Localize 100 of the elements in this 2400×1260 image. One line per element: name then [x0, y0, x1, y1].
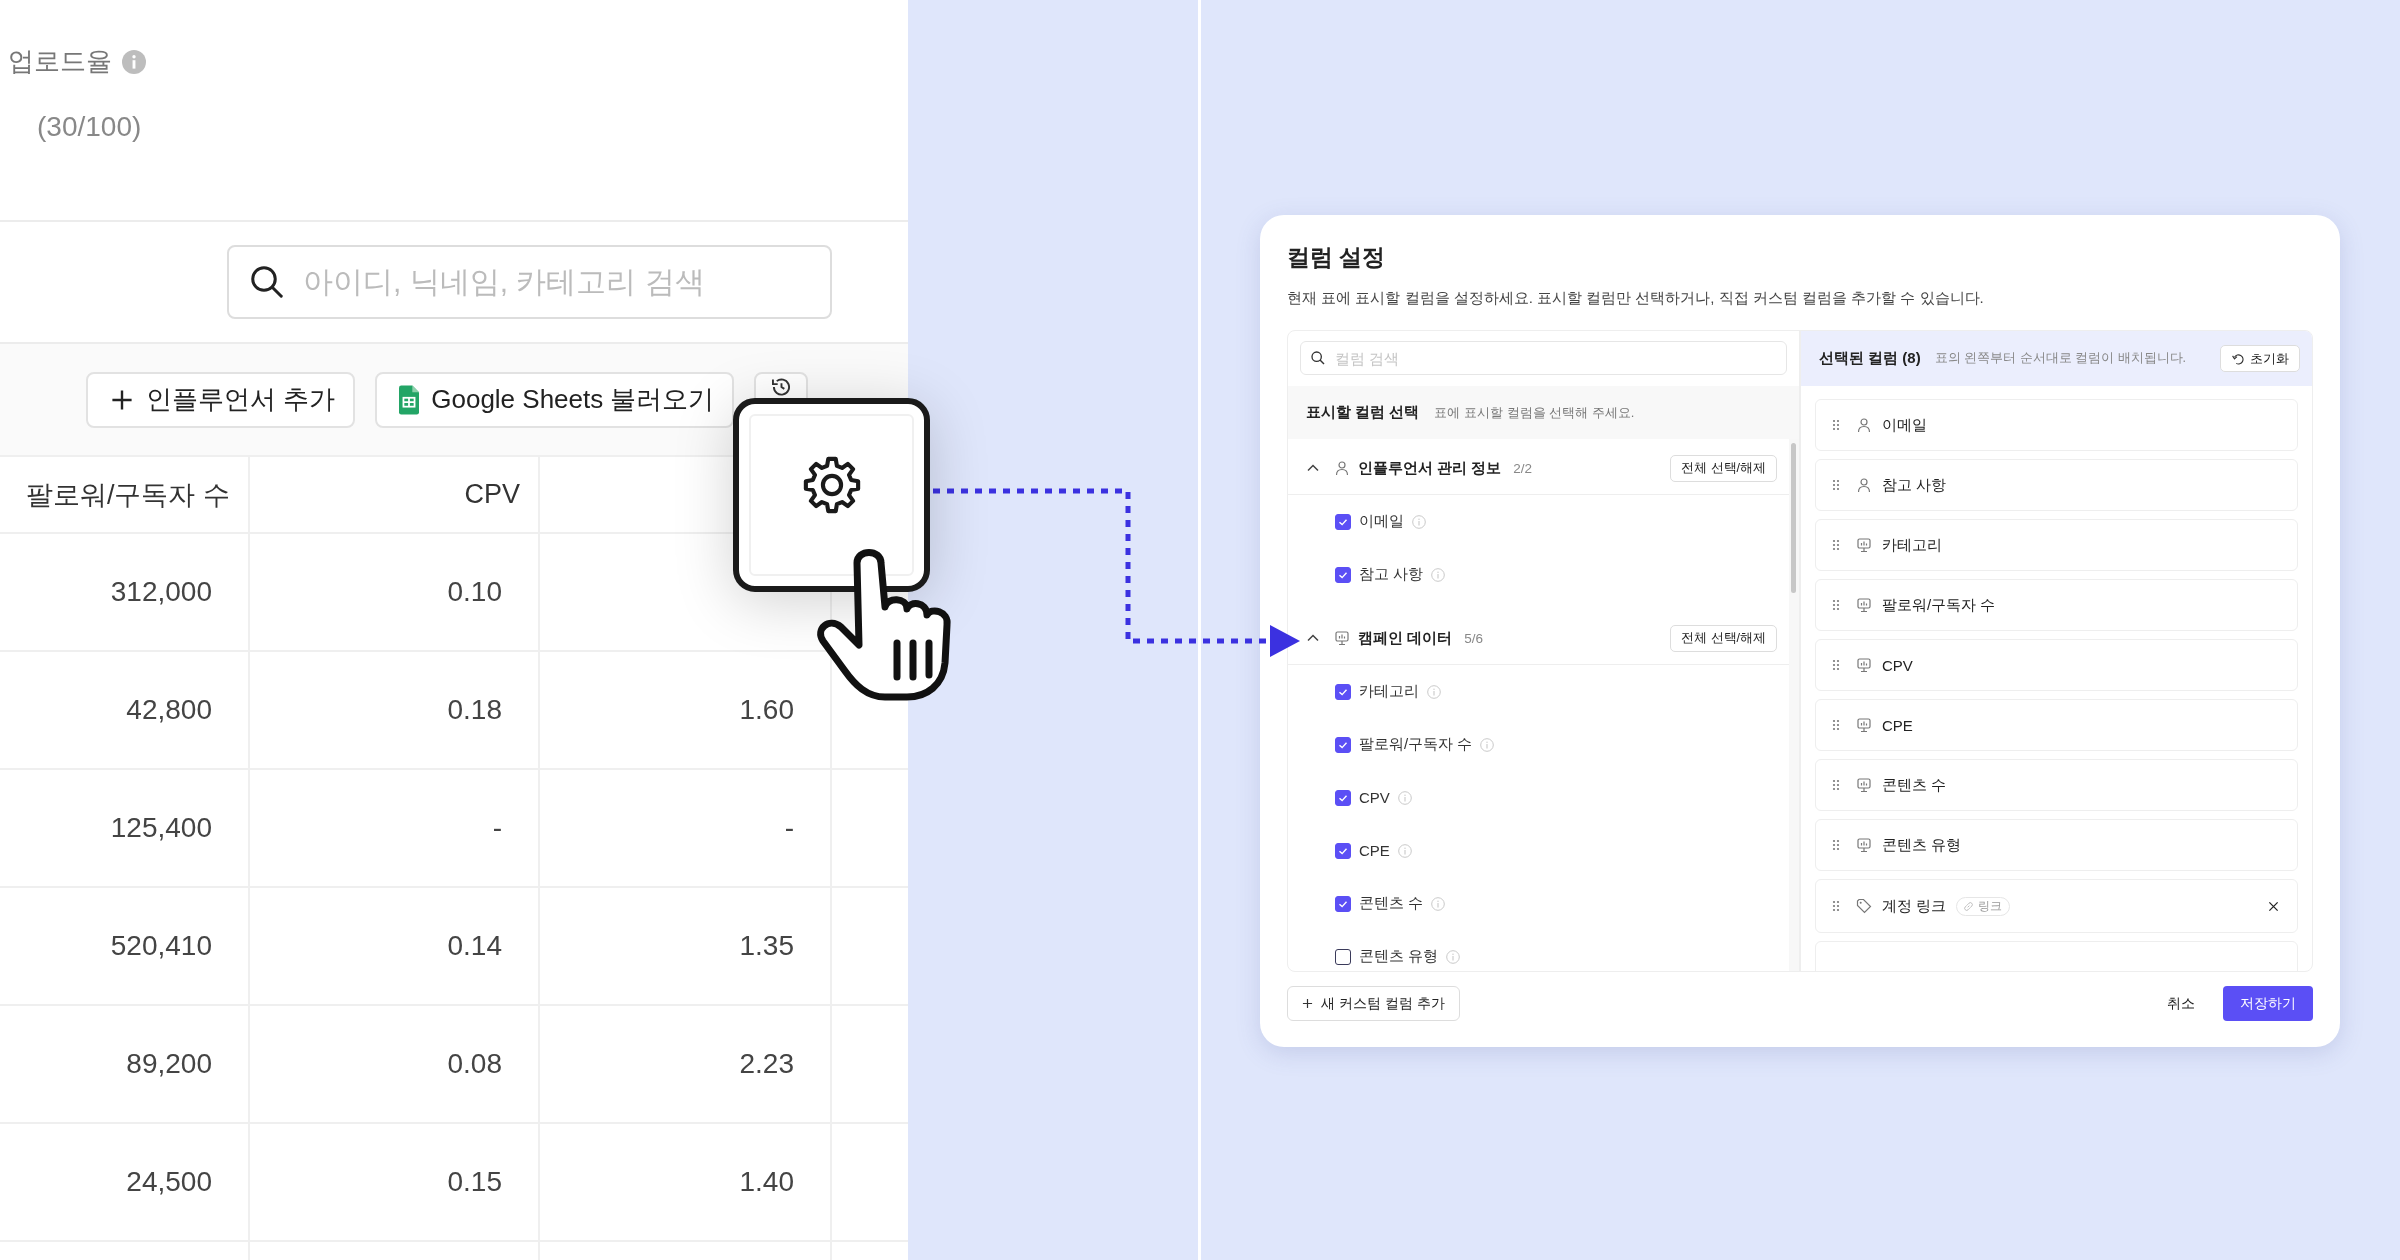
group-count: 5/6 — [1464, 630, 1483, 646]
person-icon — [1334, 460, 1350, 476]
import-sheets-button[interactable]: Google Sheets 불러오기 — [375, 371, 735, 428]
table-cell: 0.08 — [447, 1048, 502, 1080]
table-cell: 1.35 — [739, 930, 794, 962]
presentation-icon — [1856, 837, 1872, 853]
table-cell: 24,500 — [126, 1166, 212, 1198]
dialog-description: 현재 표에 표시할 컬럼을 설정하세요. 표시할 컬럼만 선택하거나, 직접 커스텀 컬럼을 추가할 수 있습니다. — [1287, 288, 1985, 308]
column-card[interactable]: 팔로워/구독자 수 — [1815, 579, 2298, 631]
presentation-icon — [1856, 537, 1872, 553]
table-cell: 1.60 — [739, 694, 794, 726]
info-icon — [1431, 567, 1446, 582]
column-name: 참고 사항 — [1882, 475, 1947, 495]
drag-handle-icon[interactable] — [1832, 659, 1840, 671]
drag-handle-icon[interactable] — [1832, 479, 1840, 491]
select-all-button[interactable]: 전체 선택/해제 — [1670, 454, 1777, 482]
select-all-button[interactable]: 전체 선택/해제 — [1670, 624, 1777, 652]
column-name: 계정 링크 — [1882, 896, 1947, 916]
column-option-label: 이메일 — [1359, 512, 1404, 531]
add-influencer-button[interactable]: 인플루언서 추가 — [86, 371, 356, 428]
column-name: CPE — [1882, 716, 1913, 734]
close-icon[interactable] — [2268, 900, 2279, 912]
table-cell: 125,400 — [110, 812, 212, 844]
search-icon — [249, 264, 285, 300]
drag-handle-icon[interactable] — [1832, 419, 1840, 431]
column-card[interactable]: 이메일 — [1815, 399, 2298, 451]
drag-handle-icon[interactable] — [1832, 839, 1840, 851]
checkbox[interactable] — [1335, 736, 1351, 753]
presentation-icon — [1856, 777, 1872, 793]
cancel-button[interactable]: 취소 — [2161, 986, 2201, 1021]
table-cell: 0.15 — [447, 1166, 502, 1198]
column-card[interactable]: CPV — [1815, 639, 2298, 691]
reset-button[interactable]: 초기화 — [2220, 345, 2300, 372]
checkbox[interactable] — [1335, 683, 1351, 700]
presentation-icon — [1856, 597, 1872, 613]
column-option-label: 참고 사항 — [1359, 565, 1424, 584]
selected-columns-title: 선택된 컬럼 (8) — [1819, 349, 1921, 368]
info-icon — [122, 49, 146, 74]
table-cell: 0.18 — [447, 694, 502, 726]
info-icon — [1397, 790, 1412, 805]
checkbox[interactable] — [1335, 895, 1351, 912]
drag-handle-icon[interactable] — [1832, 719, 1840, 731]
column-option-label: 콘텐츠 수 — [1359, 894, 1424, 913]
column-name: 이메일 — [1882, 415, 1927, 435]
presentation-icon — [1856, 657, 1872, 673]
column-card[interactable]: 콘텐츠 유형 — [1815, 819, 2298, 871]
column-search-field[interactable]: 컬럼 검색 — [1300, 341, 1787, 375]
drag-handle-icon[interactable] — [1832, 900, 1840, 912]
plus-icon — [110, 387, 134, 412]
group-count: 2/2 — [1513, 460, 1533, 476]
presentation-icon — [1334, 630, 1350, 646]
upload-count: (30/100) — [37, 111, 143, 143]
table-cell: 0.14 — [447, 930, 502, 962]
selected-columns-hint: 표의 왼쪽부터 순서대로 컬럼이 배치됩니다. — [1934, 350, 2187, 367]
info-icon — [1412, 514, 1426, 529]
column-card[interactable]: CPE — [1815, 699, 2298, 751]
column-card[interactable]: 카테고리 — [1815, 519, 2298, 571]
section-hint: 표에 표시할 컬럼을 선택해 주세요. — [1434, 403, 1635, 422]
group-title: 캠페인 데이터 — [1358, 628, 1453, 648]
column-option-label: 카테고리 — [1359, 682, 1419, 701]
plus-icon — [1302, 998, 1313, 1009]
person-icon — [1856, 477, 1872, 493]
table-cell: 2.23 — [739, 1048, 794, 1080]
table-cell: - — [784, 812, 794, 844]
info-icon — [1397, 843, 1412, 858]
column-card[interactable]: 콘텐츠 수 — [1815, 759, 2298, 811]
dialog-title: 컬럼 설정 — [1287, 243, 1387, 272]
section-title: 표시할 컬럼 선택 — [1306, 403, 1420, 422]
checkbox[interactable] — [1335, 789, 1351, 806]
drag-handle-icon[interactable] — [1832, 779, 1840, 791]
table-cell: 42,800 — [126, 694, 212, 726]
search-field[interactable]: 아이디, 닉네임, 카테고리 검색 — [227, 245, 832, 319]
checkbox[interactable] — [1335, 513, 1351, 530]
spreadsheet-icon — [399, 384, 420, 415]
column-name: 팔로워/구독자 수 — [1882, 595, 1996, 615]
info-icon — [1431, 896, 1446, 911]
column-option-label: 팔로워/구독자 수 — [1359, 735, 1473, 754]
column-option-label: CPV — [1359, 789, 1390, 806]
column-name: CPV — [1882, 656, 1913, 674]
column-card[interactable]: 참고 사항 — [1815, 459, 2298, 511]
column-option-label: 콘텐츠 유형 — [1359, 947, 1439, 966]
column-header: 팔로워/구독자 수 — [26, 478, 230, 512]
checkbox[interactable] — [1335, 948, 1351, 965]
checkbox[interactable] — [1335, 842, 1351, 859]
drag-handle-icon[interactable] — [1832, 599, 1840, 611]
drag-handle-icon[interactable] — [1832, 539, 1840, 551]
info-icon — [1427, 684, 1441, 699]
history-icon — [772, 377, 791, 396]
column-header: CPV — [464, 479, 520, 510]
save-button[interactable]: 저장하기 — [2223, 986, 2313, 1021]
column-card[interactable]: 계정 링크 링크 — [1815, 879, 2298, 933]
table-cell: - — [492, 812, 502, 844]
info-icon — [1480, 737, 1495, 752]
tag-icon — [1856, 898, 1872, 914]
presentation-icon — [1856, 717, 1872, 733]
add-custom-column-button[interactable]: 새 커스텀 컬럼 추가 — [1287, 986, 1460, 1021]
undo-icon — [2231, 351, 2245, 366]
table-cell: 1.40 — [739, 1166, 794, 1198]
settings-callout-tooltip[interactable] — [733, 398, 930, 592]
checkbox[interactable] — [1335, 566, 1351, 583]
